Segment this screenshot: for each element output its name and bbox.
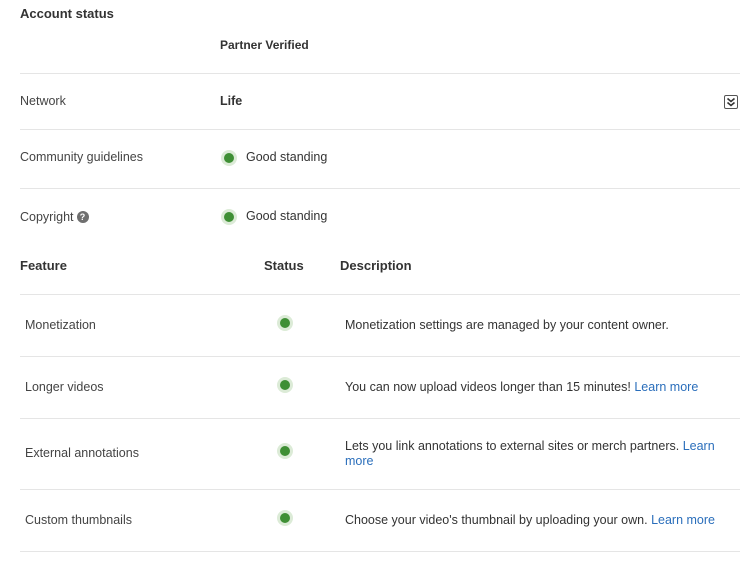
- feature-description-group: Lets you link annotations to external si…: [345, 439, 740, 469]
- feature-column-header: Feature: [20, 258, 67, 273]
- learn-more-link[interactable]: Learn more: [634, 380, 698, 394]
- feature-description: You can now upload videos longer than 15…: [345, 380, 631, 394]
- double-chevron-down-icon: [726, 97, 736, 107]
- expand-network-button[interactable]: [724, 95, 738, 109]
- copyright-label: Copyright: [20, 210, 74, 224]
- learn-more-link[interactable]: Learn more: [651, 513, 715, 527]
- community-guidelines-value: Good standing: [246, 150, 328, 164]
- status-column-header: Status: [264, 258, 304, 273]
- feature-description: Choose your video's thumbnail by uploadi…: [345, 513, 648, 527]
- green-dot-icon: [280, 318, 290, 328]
- feature-description-group: You can now upload videos longer than 15…: [345, 380, 740, 395]
- feature-name: Longer videos: [25, 380, 104, 394]
- community-guidelines-label: Community guidelines: [20, 150, 143, 164]
- feature-description-group: Choose your video's thumbnail by uploadi…: [345, 513, 740, 528]
- question-circle-icon[interactable]: ?: [76, 211, 89, 223]
- feature-name: External annotations: [25, 446, 139, 460]
- network-label: Network: [20, 94, 66, 108]
- feature-description: Lets you link annotations to external si…: [345, 439, 680, 453]
- divider: [20, 418, 740, 419]
- divider: [20, 188, 740, 189]
- divider: [20, 489, 740, 490]
- copyright-value: Good standing: [246, 209, 328, 223]
- network-value: Life: [220, 94, 243, 108]
- description-column-header: Description: [340, 258, 412, 273]
- account-status-title: Account status: [20, 6, 114, 21]
- partner-status: Partner Verified: [220, 38, 309, 52]
- green-dot-icon: [280, 446, 290, 456]
- divider: [20, 129, 740, 130]
- divider: [20, 551, 740, 552]
- green-dot-icon: [224, 212, 234, 222]
- divider: [20, 356, 740, 357]
- feature-name: Custom thumbnails: [25, 513, 132, 527]
- feature-name: Monetization: [25, 318, 96, 332]
- divider: [20, 294, 740, 295]
- copyright-label-group: Copyright?: [20, 210, 89, 224]
- green-dot-icon: [280, 380, 290, 390]
- feature-description: Monetization settings are managed by you…: [345, 318, 669, 332]
- green-dot-icon: [224, 153, 234, 163]
- divider: [20, 73, 740, 74]
- green-dot-icon: [280, 513, 290, 523]
